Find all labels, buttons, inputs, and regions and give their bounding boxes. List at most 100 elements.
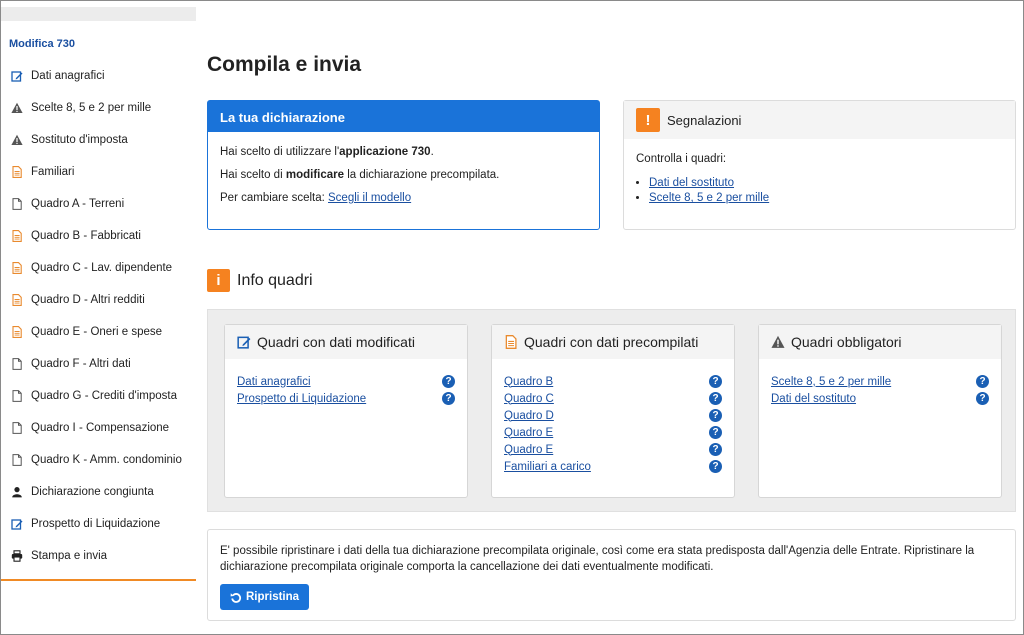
sidebar-item-label: Dati anagrafici xyxy=(31,70,105,82)
list-item: Quadro D? xyxy=(504,407,722,424)
restore-card: E' possibile ripristinare i dati della t… xyxy=(207,529,1016,621)
document-icon xyxy=(11,358,23,370)
sidebar-item-6[interactable]: Quadro C - Lav. dipendente xyxy=(1,252,196,284)
document-lines-icon xyxy=(11,166,23,178)
sidebar-item-0[interactable]: Dati anagrafici xyxy=(1,60,196,92)
sidebar-item-label: Quadro D - Altri redditi xyxy=(31,294,145,306)
edit-icon xyxy=(11,70,23,82)
edit-icon xyxy=(11,518,23,530)
document-icon xyxy=(11,422,23,434)
info-link[interactable]: Dati anagrafici xyxy=(237,376,311,388)
warning-icon xyxy=(11,102,23,114)
sidebar-item-13[interactable]: Dichiarazione congiunta xyxy=(1,476,196,508)
info-box-title: Quadri con dati precompilati xyxy=(524,334,699,350)
list-item: Quadro C? xyxy=(504,390,722,407)
sidebar-item-4[interactable]: Quadro A - Terreni xyxy=(1,188,196,220)
document-icon xyxy=(11,454,23,466)
list-item: Familiari a carico? xyxy=(504,458,722,475)
sidebar-item-12[interactable]: Quadro K - Amm. condominio xyxy=(1,444,196,476)
info-panel: Quadri con dati modificati Dati anagrafic… xyxy=(207,309,1016,512)
warning-link-substitute[interactable]: Dati del sostituto xyxy=(649,177,734,189)
declaration-line-2: Hai scelto di modificare la dichiarazion… xyxy=(220,169,500,181)
sidebar-item-label: Dichiarazione congiunta xyxy=(31,486,154,498)
info-link[interactable]: Quadro B xyxy=(504,376,553,388)
sidebar-item-15[interactable]: Stampa e invia xyxy=(1,540,196,572)
info-link[interactable]: Quadro E xyxy=(504,427,553,439)
main-content: Compila e invia La tua dichiarazione Hai… xyxy=(207,1,1017,634)
sidebar-item-1[interactable]: Scelte 8, 5 e 2 per mille xyxy=(1,92,196,124)
edit-icon xyxy=(237,335,251,349)
info-link[interactable]: Prospetto di Liquidazione xyxy=(237,393,366,405)
help-icon[interactable]: ? xyxy=(709,443,722,456)
restore-button-label: Ripristina xyxy=(246,591,300,603)
page-title: Compila e invia xyxy=(207,53,362,76)
list-item: Quadro E? xyxy=(504,424,722,441)
sidebar-title: Modifica 730 xyxy=(9,38,76,50)
sidebar-item-label: Quadro K - Amm. condominio xyxy=(31,454,182,466)
info-link[interactable]: Dati del sostituto xyxy=(771,393,856,405)
info-section-header: i Info quadri xyxy=(207,269,313,292)
sidebar-item-label: Quadro G - Crediti d'imposta xyxy=(31,390,178,402)
help-icon[interactable]: ? xyxy=(976,392,989,405)
sidebar-item-11[interactable]: Quadro I - Compensazione xyxy=(1,412,196,444)
document-lines-icon xyxy=(504,335,518,349)
sidebar-item-5[interactable]: Quadro B - Fabbricati xyxy=(1,220,196,252)
help-icon[interactable]: ? xyxy=(709,392,722,405)
warnings-card: ! Segnalazioni Controlla i quadri: Dati … xyxy=(623,100,1016,230)
undo-icon xyxy=(230,591,242,603)
exclamation-icon: ! xyxy=(636,108,660,132)
sidebar-item-label: Quadro C - Lav. dipendente xyxy=(31,262,173,274)
sidebar-top-bar xyxy=(1,7,196,21)
sidebar-menu: Dati anagrafici Scelte 8, 5 e 2 per mille… xyxy=(1,60,196,572)
sidebar-item-3[interactable]: Familiari xyxy=(1,156,196,188)
help-icon[interactable]: ? xyxy=(442,392,455,405)
declaration-header: La tua dichiarazione xyxy=(208,101,599,132)
warning-icon xyxy=(11,134,23,146)
sidebar-item-10[interactable]: Quadro G - Crediti d'imposta xyxy=(1,380,196,412)
sidebar: Modifica 730 Dati anagrafici Scelte 8, 5 … xyxy=(1,1,196,581)
info-box-title: Quadri obbligatori xyxy=(791,334,902,350)
document-icon xyxy=(11,390,23,402)
sidebar-item-label: Scelte 8, 5 e 2 per mille xyxy=(31,102,152,114)
sidebar-item-label: Prospetto di Liquidazione xyxy=(31,518,161,530)
list-item: Prospetto di Liquidazione? xyxy=(237,390,455,407)
sidebar-item-label: Sostituto d'imposta xyxy=(31,134,128,146)
sidebar-item-8[interactable]: Quadro E - Oneri e spese xyxy=(1,316,196,348)
info-box-2: Quadri obbligatori Scelte 8, 5 e 2 per mi… xyxy=(758,324,1002,498)
info-box-1: Quadri con dati precompilati Quadro B? Qua… xyxy=(491,324,735,498)
sidebar-item-label: Quadro A - Terreni xyxy=(31,198,125,210)
restore-text: E' possibile ripristinare i dati della t… xyxy=(220,545,975,573)
document-lines-icon xyxy=(11,230,23,242)
choose-model-link[interactable]: Scegli il modello xyxy=(328,192,411,204)
info-icon: i xyxy=(207,269,230,292)
list-item: Dati del sostituto? xyxy=(771,390,989,407)
info-link[interactable]: Quadro E xyxy=(504,444,553,456)
print-icon xyxy=(11,550,23,562)
document-icon xyxy=(11,198,23,210)
warnings-intro: Controlla i quadri: xyxy=(636,153,727,165)
help-icon[interactable]: ? xyxy=(709,460,722,473)
sidebar-item-7[interactable]: Quadro D - Altri redditi xyxy=(1,284,196,316)
document-lines-icon xyxy=(11,294,23,306)
help-icon[interactable]: ? xyxy=(709,375,722,388)
info-link[interactable]: Quadro C xyxy=(504,393,554,405)
help-icon[interactable]: ? xyxy=(709,409,722,422)
info-link[interactable]: Scelte 8, 5 e 2 per mille xyxy=(771,376,891,388)
restore-button[interactable]: Ripristina xyxy=(220,584,310,610)
declaration-line-1: Hai scelto di utilizzare l'applicazione … xyxy=(220,146,434,158)
help-icon[interactable]: ? xyxy=(709,426,722,439)
sidebar-item-label: Quadro B - Fabbricati xyxy=(31,230,141,242)
sidebar-item-label: Quadro I - Compensazione xyxy=(31,422,170,434)
info-link[interactable]: Familiari a carico xyxy=(504,461,591,473)
warning-link-choices[interactable]: Scelte 8, 5 e 2 per mille xyxy=(649,192,769,204)
info-link[interactable]: Quadro D xyxy=(504,410,554,422)
sidebar-item-14[interactable]: Prospetto di Liquidazione xyxy=(1,508,196,540)
info-box-0: Quadri con dati modificati Dati anagrafic… xyxy=(224,324,468,498)
document-lines-icon xyxy=(11,326,23,338)
sidebar-item-2[interactable]: Sostituto d'imposta xyxy=(1,124,196,156)
help-icon[interactable]: ? xyxy=(442,375,455,388)
help-icon[interactable]: ? xyxy=(976,375,989,388)
app-window: Modifica 730 Dati anagrafici Scelte 8, 5 … xyxy=(0,0,1024,635)
sidebar-item-9[interactable]: Quadro F - Altri dati xyxy=(1,348,196,380)
document-lines-icon xyxy=(11,262,23,274)
